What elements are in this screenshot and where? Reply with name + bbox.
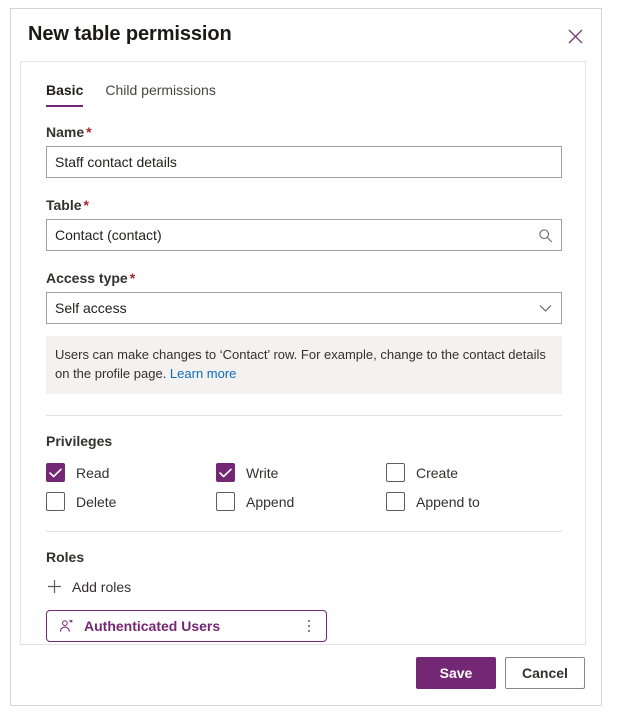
dialog-header: New table permission <box>11 9 601 61</box>
append-to-checkbox[interactable] <box>386 492 405 511</box>
append-to-label: Append to <box>416 493 480 510</box>
privilege-delete[interactable]: Delete <box>46 492 216 511</box>
role-chip-authenticated-users[interactable]: Authenticated Users <box>46 610 327 642</box>
kebab-dot <box>307 619 311 623</box>
table-input-value: Contact (contact) <box>55 227 162 243</box>
field-name: Name * Staff contact details <box>46 123 562 178</box>
delete-label: Delete <box>76 493 117 510</box>
privilege-append[interactable]: Append <box>216 492 386 511</box>
close-button[interactable] <box>560 21 590 51</box>
page-title: New table permission <box>28 23 232 45</box>
roles-title: Roles <box>46 549 85 565</box>
add-roles-button[interactable]: Add roles <box>46 578 131 595</box>
person-icon <box>58 618 74 634</box>
name-label: Name * <box>46 123 562 141</box>
name-required-marker: * <box>86 124 92 140</box>
name-label-text: Name <box>46 124 85 140</box>
table-lookup-input[interactable]: Contact (contact) <box>46 219 562 251</box>
access-type-select[interactable]: Self access <box>46 292 562 324</box>
read-label: Read <box>76 464 110 481</box>
access-type-label-text: Access type <box>46 270 128 286</box>
write-label: Write <box>246 464 279 481</box>
kebab-dot <box>307 624 311 628</box>
save-button[interactable]: Save <box>416 657 496 689</box>
roles-divider <box>46 531 562 532</box>
append-label: Append <box>246 493 295 510</box>
cancel-button[interactable]: Cancel <box>505 657 585 689</box>
permission-form: Name * Staff contact details Table * Conta… <box>46 123 562 642</box>
access-type-required-marker: * <box>129 270 136 286</box>
field-table: Table * Contact (contact) <box>46 196 562 251</box>
privilege-create[interactable]: Create <box>386 463 556 482</box>
info-message-text: Users can make changes to ‘Contact’ row.… <box>55 347 546 381</box>
privilege-read[interactable]: Read <box>46 463 216 482</box>
table-label: Table * <box>46 196 562 214</box>
dialog-footer: Save Cancel <box>11 643 601 705</box>
search-icon[interactable] <box>536 220 554 250</box>
footer-actions: Save Cancel <box>416 657 585 689</box>
write-checkbox[interactable] <box>216 463 235 482</box>
form-card: Basic Child permissions Name * Staff cont… <box>20 61 586 645</box>
delete-checkbox[interactable] <box>46 492 65 511</box>
plus-icon <box>46 578 63 595</box>
tab-child-permissions[interactable]: Child permissions <box>105 82 215 107</box>
tab-child-permissions-label: Child permissions <box>105 82 216 98</box>
append-checkbox[interactable] <box>216 492 235 511</box>
access-type-label: Access type * <box>46 269 562 287</box>
new-table-permission-dialog: New table permission Basic Child permiss… <box>10 8 602 706</box>
learn-more-link[interactable]: Learn more <box>170 366 236 381</box>
more-vertical-icon[interactable] <box>300 615 318 637</box>
create-checkbox[interactable] <box>386 463 405 482</box>
close-icon <box>568 29 583 44</box>
tab-basic-label: Basic <box>46 82 84 98</box>
role-chip-label: Authenticated Users <box>84 618 221 634</box>
field-access-type: Access type * Self access <box>46 269 562 324</box>
access-type-value: Self access <box>55 300 127 316</box>
kebab-dot <box>307 629 311 633</box>
chevron-down-icon[interactable] <box>536 293 554 323</box>
tab-list: Basic Child permissions <box>46 82 216 107</box>
add-roles-label: Add roles <box>72 578 132 595</box>
name-input[interactable]: Staff contact details <box>46 146 562 178</box>
privileges-title: Privileges <box>46 433 113 449</box>
name-input-value: Staff contact details <box>55 154 177 170</box>
table-required-marker: * <box>83 197 89 213</box>
privilege-append-to[interactable]: Append to <box>386 492 556 511</box>
privileges-grid: Read Write Create Delete Append Append t… <box>46 463 562 511</box>
access-type-info-message: Users can make changes to ‘Contact’ row.… <box>46 336 562 394</box>
create-label: Create <box>416 464 459 481</box>
privilege-write[interactable]: Write <box>216 463 386 482</box>
privileges-divider <box>46 415 562 416</box>
tab-basic[interactable]: Basic <box>46 82 84 107</box>
read-checkbox[interactable] <box>46 463 65 482</box>
table-label-text: Table <box>46 197 82 213</box>
